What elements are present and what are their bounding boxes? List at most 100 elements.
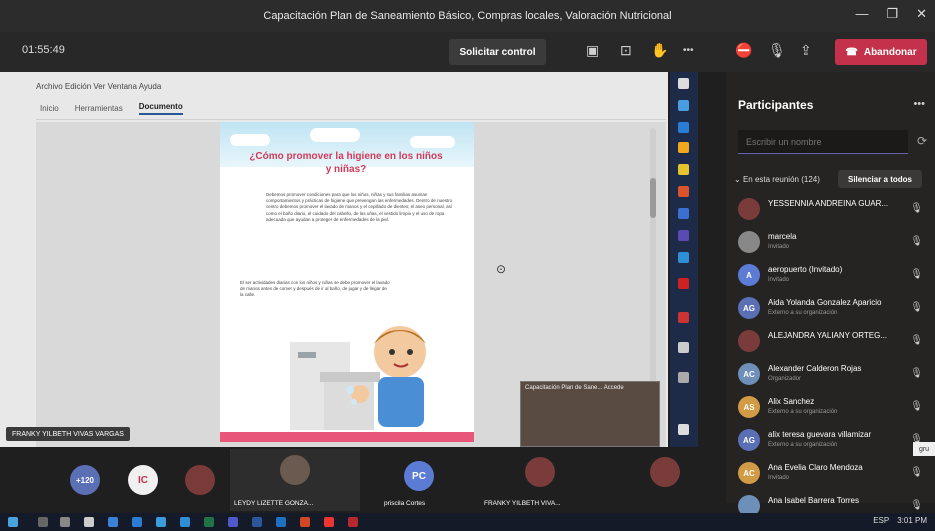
participant-name: marcela	[768, 232, 797, 241]
mini-video-label: Capacitación Plan de Sane... Accede	[525, 385, 624, 391]
raise-hand-icon[interactable]: ✋	[651, 42, 668, 59]
minimize-icon[interactable]: —	[855, 6, 868, 22]
store-icon[interactable]	[84, 517, 94, 527]
chat-icon[interactable]: ▣	[586, 42, 599, 59]
leave-button[interactable]: ☎ Abandonar	[835, 39, 927, 65]
mic-icon[interactable]: 🎙	[910, 467, 923, 478]
app-icon[interactable]	[156, 517, 166, 527]
clock[interactable]: 3:01 PM	[897, 516, 927, 525]
task-view-icon[interactable]	[60, 517, 70, 527]
request-control-button[interactable]: Solicitar control	[449, 39, 546, 65]
mini-video-preview[interactable]: Capacitación Plan de Sane... Accede	[520, 381, 660, 447]
participant-row[interactable]: Aaeropuerto (Invitado) Invitado 🎙	[726, 258, 935, 291]
share-icon[interactable]: ⊡	[620, 42, 632, 59]
tab-documento: Documento	[138, 102, 183, 115]
participant-role: Invitado	[768, 475, 790, 481]
tab-inicio: Inicio	[40, 104, 59, 113]
video-tile[interactable]	[185, 449, 217, 511]
phone-icon: ☎	[845, 46, 858, 58]
participant-avatar: IC	[128, 465, 158, 495]
powerpoint-icon[interactable]	[300, 517, 310, 527]
mic-off-icon[interactable]: 🎙	[768, 42, 786, 59]
camera-off-icon[interactable]: ⛔	[735, 42, 752, 59]
section-label-text: En esta reunión (124)	[742, 175, 820, 184]
mic-icon[interactable]: 🎙	[910, 401, 923, 412]
os-taskbar: ESP 3:01 PM	[0, 513, 935, 531]
participant-avatar	[525, 457, 555, 487]
mic-icon[interactable]: 🎙	[910, 269, 923, 280]
meeting-section-label[interactable]: ⌄ En esta reunión (124)	[734, 175, 820, 184]
tile-name-label: FRANKY YILBETH VIVA...	[484, 500, 561, 507]
app-icon[interactable]	[180, 517, 190, 527]
video-gallery: +120 IC LEYDY LIZETTE GONZA... PC priscila …	[0, 447, 726, 513]
tile-name-label: LEYDY LIZETTE GONZA...	[234, 500, 314, 507]
participant-avatar	[650, 457, 680, 487]
mic-icon[interactable]: 🎙	[910, 368, 923, 379]
mic-icon[interactable]: 🎙	[910, 500, 923, 511]
handwashing-illustration	[290, 326, 426, 430]
paragraph-1: Debemos promover condiciones para que lo…	[266, 192, 453, 222]
participant-row[interactable]: AS Alix Sanchez Externo a su organización 🎙	[726, 390, 935, 423]
mic-icon[interactable]: 🎙	[910, 335, 923, 346]
word-icon[interactable]	[252, 517, 262, 527]
mute-all-button[interactable]: Silenciar a todos	[838, 170, 922, 188]
panel-more-icon[interactable]: •••	[913, 98, 925, 110]
mic-icon[interactable]: 🎙	[910, 302, 923, 313]
search-icon[interactable]	[38, 517, 48, 527]
video-tile[interactable]: PC priscila Cortes	[380, 449, 460, 511]
meeting-toolbar: 01:55:49 Solicitar control ▣ ⊡ ✋ ••• ⛔ 🎙…	[0, 32, 935, 72]
participants-panel: Participantes ••• ⟳ ⌄ En esta reunión (1…	[726, 72, 935, 517]
chrome-icon[interactable]	[324, 517, 334, 527]
participants-title: Participantes	[738, 98, 814, 112]
participant-name: Ana Isabel Barrera Torres	[768, 496, 860, 505]
participant-name: Ana Evelia Claro Mendoza	[768, 463, 863, 472]
participant-row[interactable]: AC Alexander Calderon Rojas Organizador 🎙	[726, 357, 935, 390]
video-tile[interactable]	[615, 449, 715, 511]
avatar: AC	[738, 363, 760, 385]
video-tile[interactable]: IC	[128, 449, 160, 511]
mic-icon[interactable]: 🎙	[910, 236, 923, 247]
participant-role: Invitado	[768, 277, 790, 283]
acrobat-icon[interactable]	[348, 517, 358, 527]
overflow-count-avatar[interactable]: +120	[70, 465, 100, 495]
mouse-cursor-icon: ⊙	[496, 262, 507, 276]
scroll-thumb[interactable]	[650, 178, 656, 218]
edge-icon[interactable]	[132, 517, 142, 527]
avatar: AS	[738, 396, 760, 418]
video-tile[interactable]: FRANKY YILBETH VIVA...	[480, 449, 600, 511]
remote-taskbar	[670, 72, 698, 447]
participant-avatar	[280, 455, 310, 485]
windows-start-icon[interactable]	[8, 517, 18, 527]
avatar	[738, 198, 760, 220]
participant-search-input[interactable]	[738, 130, 908, 154]
leave-label: Abandonar	[863, 46, 917, 58]
participant-row[interactable]: AG Aida Yolanda Gonzalez Aparicio Externo …	[726, 291, 935, 324]
participant-row[interactable]: AC Ana Evelia Claro Mendoza Invitado 🎙	[726, 456, 935, 489]
excel-icon[interactable]	[204, 517, 214, 527]
participant-role: Invitado	[768, 244, 790, 250]
participant-row[interactable]: AG alix teresa guevara villamizar Externo …	[726, 423, 935, 456]
video-tile[interactable]: LEYDY LIZETTE GONZA...	[230, 449, 360, 511]
add-participant-icon[interactable]: ⟳	[917, 134, 927, 148]
participant-row[interactable]: marcela Invitado 🎙	[726, 225, 935, 258]
share-screen-icon[interactable]: ⇪	[800, 42, 812, 59]
participant-name: Alix Sanchez	[768, 397, 815, 406]
page-footer-bar	[220, 432, 474, 442]
sharer-name-label: FRANKY YILBETH VIVAS VARGAS	[6, 427, 130, 441]
close-icon[interactable]: ✕	[916, 6, 927, 22]
maximize-icon[interactable]: ❐	[886, 6, 898, 22]
document-page: ¿Cómo promover la higiene en los niños y…	[220, 122, 474, 442]
meeting-timer: 01:55:49	[22, 44, 65, 56]
tab-herramientas: Herramientas	[74, 104, 123, 113]
language-indicator[interactable]: ESP	[873, 516, 889, 525]
page-title: ¿Cómo promover la higiene en los niños y…	[249, 151, 443, 175]
more-options-icon[interactable]: •••	[683, 45, 694, 56]
participant-row[interactable]: ALEJANDRA YALIANY ORTEG... 🎙	[726, 324, 935, 357]
participant-row[interactable]: YESSENNIA ANDREINA GUAR... 🎙	[726, 192, 935, 225]
app-icon[interactable]	[276, 517, 286, 527]
teams-icon[interactable]	[228, 517, 238, 527]
mic-icon[interactable]: 🎙	[910, 203, 923, 214]
participant-name: Aida Yolanda Gonzalez Aparicio	[768, 298, 882, 307]
paragraph-2: El ser actividades diarias con los niños…	[240, 280, 390, 298]
mail-icon[interactable]	[108, 517, 118, 527]
